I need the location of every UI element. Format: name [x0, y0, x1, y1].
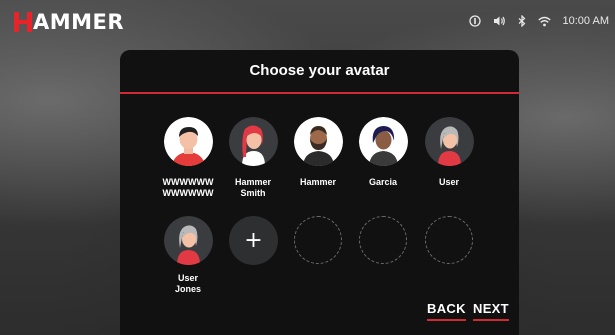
volume-icon[interactable]: [493, 15, 506, 27]
avatar-label: Garcia: [368, 177, 398, 187]
dialog-title: Choose your avatar: [249, 62, 390, 79]
avatar-label: User: [438, 177, 459, 187]
next-button[interactable]: NEXT: [473, 301, 509, 321]
avatar-woman-gray-hair-icon[interactable]: [425, 117, 474, 166]
empty-avatar-slot[interactable]: [294, 216, 342, 264]
bluetooth-icon[interactable]: [518, 15, 526, 27]
add-avatar-button[interactable]: +: [229, 216, 278, 265]
avatar-label: Hammer: [299, 177, 337, 187]
clock-time: 10:00 AM: [562, 15, 609, 27]
logo-text: AMMER: [33, 10, 125, 34]
status-bar: 10:00 AM: [468, 12, 609, 30]
avatar-woman-gray-hair-icon[interactable]: [164, 216, 213, 265]
wifi-icon[interactable]: [537, 16, 551, 27]
avatar-man-beard-icon[interactable]: [294, 117, 343, 166]
avatar-label: WWWWWW WWWWWW: [162, 177, 214, 198]
logo-h-mark: [14, 12, 32, 32]
avatar-woman-dark-hair-icon[interactable]: [359, 117, 408, 166]
avatar-dialog: Choose your avatar WWWWWW WWWWWW Hammer …: [120, 50, 519, 335]
hammer-logo: AMMER: [14, 10, 124, 34]
avatar-label: Hammer Smith: [234, 177, 272, 198]
plus-icon: +: [244, 227, 263, 253]
back-button[interactable]: BACK: [427, 301, 466, 321]
title-divider: [120, 92, 519, 94]
avatar-man-short-hair-icon[interactable]: [164, 117, 213, 166]
info-badge-icon: [468, 15, 481, 27]
avatar-woman-red-hair-icon[interactable]: [229, 117, 278, 166]
avatar-label: User Jones: [174, 273, 201, 294]
empty-avatar-slot[interactable]: [359, 216, 407, 264]
empty-avatar-slot[interactable]: [425, 216, 473, 264]
